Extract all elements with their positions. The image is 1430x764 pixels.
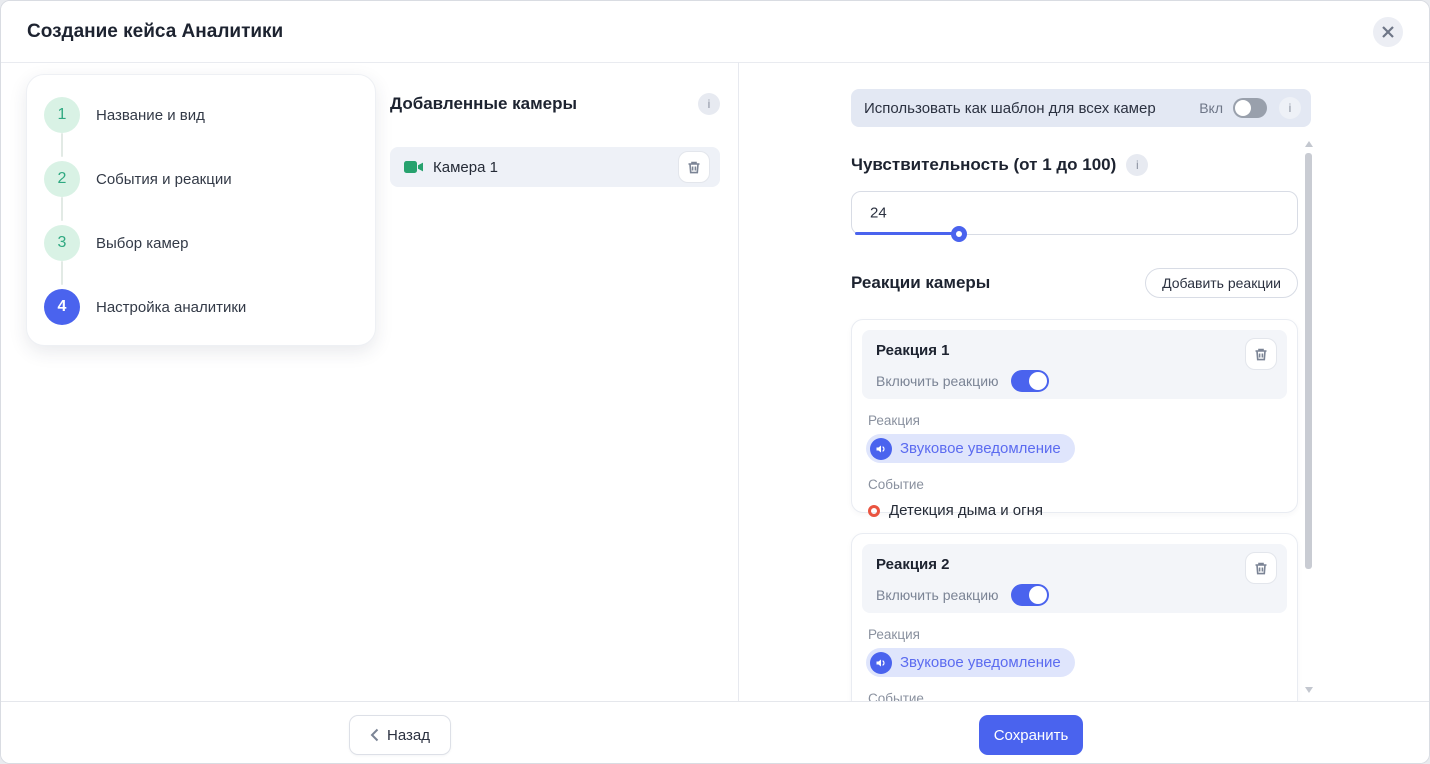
step-events-and-reactions[interactable]: 2 События и реакции: [44, 161, 232, 197]
enable-reaction-label: Включить реакцию: [876, 587, 999, 603]
event-name: Детекция дыма и огня: [889, 502, 1043, 519]
step-analytics-settings[interactable]: 4 Настройка аналитики: [44, 289, 246, 325]
step-number-badge: 4: [44, 289, 80, 325]
analytics-settings-panel: Использовать как шаблон для всех камер В…: [851, 62, 1321, 701]
use-as-template-row: Использовать как шаблон для всех камер В…: [851, 89, 1311, 127]
step-number-badge: 3: [44, 225, 80, 261]
add-reactions-button[interactable]: Добавить реакции: [1145, 268, 1298, 298]
sensitivity-slider-handle[interactable]: [951, 226, 967, 242]
event-row: Детекция дыма и огня: [868, 502, 1287, 519]
speaker-icon: [870, 438, 892, 460]
sensitivity-title: Чувствительность (от 1 до 100): [851, 155, 1116, 175]
reaction-field-label: Реакция: [868, 413, 1287, 428]
delete-reaction-button[interactable]: [1245, 552, 1277, 584]
toggle-state-label: Вкл: [1199, 100, 1223, 116]
column-divider: [738, 62, 739, 701]
create-analytics-case-dialog: Создание кейса Аналитики 1 Название и ви…: [0, 0, 1430, 764]
info-icon[interactable]: i: [1126, 154, 1148, 176]
reaction-chip[interactable]: Звуковое уведомление: [866, 434, 1075, 463]
page-title: Создание кейса Аналитики: [27, 21, 283, 43]
close-button[interactable]: [1373, 17, 1403, 47]
step-number-badge: 1: [44, 97, 80, 133]
trash-icon: [1254, 347, 1268, 362]
step-label: События и реакции: [96, 171, 232, 188]
delete-reaction-button[interactable]: [1245, 338, 1277, 370]
back-button-label: Назад: [387, 727, 430, 744]
dialog-body: 1 Название и вид 2 События и реакции 3 В…: [1, 62, 1430, 701]
reaction-card: Реакция 2 Включить реакцию Реакция: [851, 533, 1298, 701]
dialog-header: Создание кейса Аналитики: [1, 1, 1429, 63]
added-cameras-title: Добавленные камеры: [390, 94, 577, 114]
reaction-chip-label: Звуковое уведомление: [900, 440, 1061, 457]
chevron-left-icon: [370, 728, 379, 742]
sensitivity-value: 24: [870, 205, 887, 222]
reaction-chip-label: Звуковое уведомление: [900, 654, 1061, 671]
scrollbar-thumb[interactable]: [1305, 153, 1312, 569]
step-label: Выбор камер: [96, 235, 188, 252]
event-ring-icon: [868, 505, 880, 517]
right-panel-scrollbar[interactable]: [1305, 141, 1313, 701]
step-camera-selection[interactable]: 3 Выбор камер: [44, 225, 188, 261]
reaction-chip[interactable]: Звуковое уведомление: [866, 648, 1075, 677]
added-cameras-panel: Добавленные камеры i Камера 1: [390, 93, 720, 187]
camera-reactions-title: Реакции камеры: [851, 273, 990, 293]
trash-icon: [687, 160, 701, 175]
step-number-badge: 2: [44, 161, 80, 197]
reaction-title: Реакция 1: [876, 342, 1273, 359]
delete-camera-button[interactable]: [678, 151, 710, 183]
enable-reaction-toggle[interactable]: [1011, 584, 1049, 606]
camera-list-item[interactable]: Камера 1: [390, 147, 720, 187]
scroll-down-icon[interactable]: [1305, 687, 1313, 693]
stepper: 1 Название и вид 2 События и реакции 3 В…: [26, 74, 376, 346]
use-as-template-label: Использовать как шаблон для всех камер: [864, 100, 1199, 117]
step-label: Настройка аналитики: [96, 299, 246, 316]
use-as-template-toggle[interactable]: [1233, 98, 1267, 118]
step-name-and-type[interactable]: 1 Название и вид: [44, 97, 205, 133]
enable-reaction-label: Включить реакцию: [876, 373, 999, 389]
step-connector: [61, 261, 63, 285]
camera-icon: [404, 160, 423, 174]
trash-icon: [1254, 561, 1268, 576]
info-icon[interactable]: i: [1279, 97, 1301, 119]
step-label: Название и вид: [96, 107, 205, 124]
enable-reaction-toggle[interactable]: [1011, 370, 1049, 392]
event-field-label: Событие: [868, 691, 1287, 701]
camera-name: Камера 1: [433, 159, 498, 176]
step-connector: [61, 133, 63, 157]
sensitivity-input[interactable]: 24: [851, 191, 1298, 235]
reaction-card: Реакция 1 Включить реакцию Реакция: [851, 319, 1298, 513]
back-button[interactable]: Назад: [349, 715, 451, 755]
reaction-field-label: Реакция: [868, 627, 1287, 642]
scroll-up-icon[interactable]: [1305, 141, 1313, 147]
save-button[interactable]: Сохранить: [979, 715, 1083, 755]
reaction-title: Реакция 2: [876, 556, 1273, 573]
speaker-icon: [870, 652, 892, 674]
info-icon[interactable]: i: [698, 93, 720, 115]
dialog-footer: Назад Сохранить: [1, 701, 1430, 764]
sensitivity-slider-track[interactable]: [855, 232, 959, 235]
step-connector: [61, 197, 63, 221]
event-field-label: Событие: [868, 477, 1287, 492]
close-icon: [1381, 25, 1395, 39]
